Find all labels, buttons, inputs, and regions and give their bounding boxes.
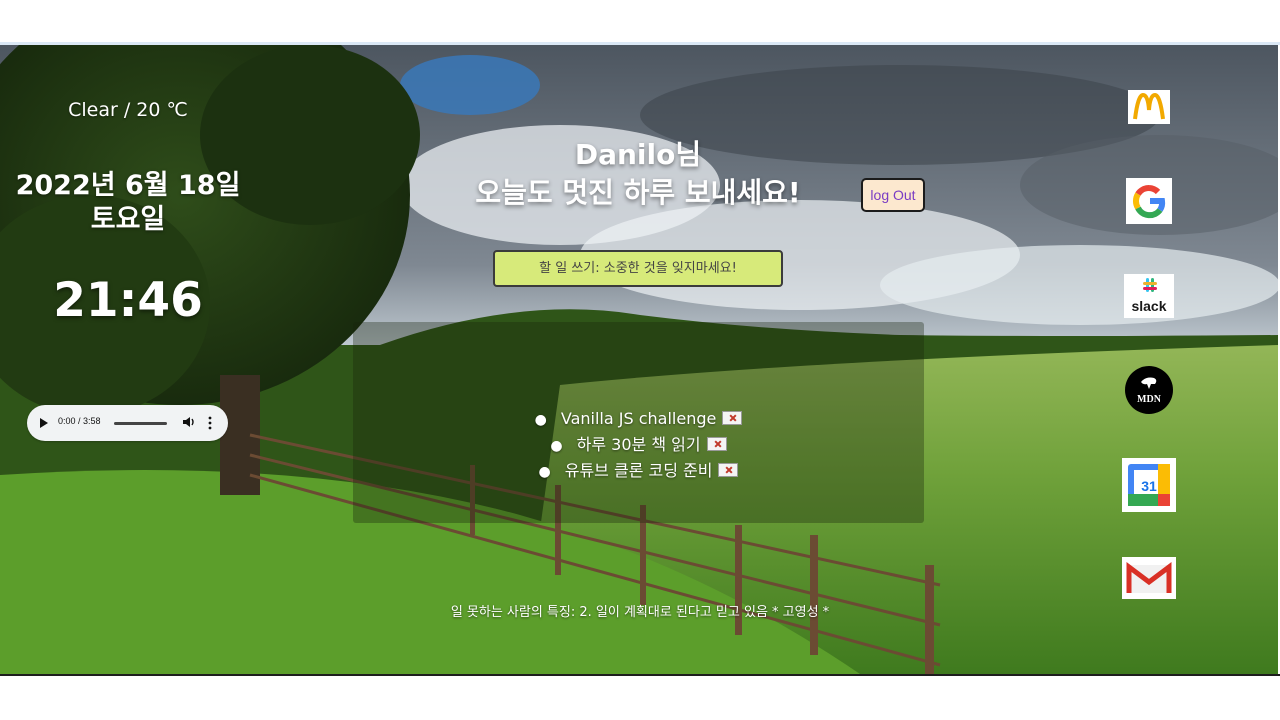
landscape-background: Clear / 20 ℃ 2022년 6월 18일 토요일 21:46 0:00… [0,45,1278,674]
mdn-logo-text: MDN [1137,394,1162,405]
audio-time: 0:00 / 3:58 [58,416,101,426]
audio-progress-slider[interactable] [114,422,167,425]
greeting: Danilo님 오늘도 멋진 하루 보내세요! [420,136,856,212]
google-calendar-icon[interactable]: 31 [1122,458,1176,512]
date-display: 2022년 6월 18일 토요일 [8,169,248,237]
mdn-icon[interactable]: MDN [1124,365,1174,415]
todo-list: ● Vanilla JS challenge ● 하루 30분 책 읽기 ● 유튜브 … [353,406,924,484]
todo-panel: ● Vanilla JS challenge ● 하루 30분 책 읽기 ● 유튜브 … [353,322,924,523]
greeting-name: Danilo님 [574,138,702,171]
mcdonalds-icon[interactable] [1128,90,1170,124]
todo-item: ● Vanilla JS challenge [353,406,924,432]
calendar-day-text: 31 [1141,478,1157,494]
todo-item-text: 하루 30분 책 읽기 [576,435,701,454]
shortcut-bar: slack MDN 31 [1118,45,1180,674]
bullet-icon: ● [550,438,563,454]
audio-player[interactable]: 0:00 / 3:58 [27,405,228,441]
more-options-icon[interactable] [208,416,212,430]
bullet-icon: ● [534,412,547,428]
todo-item-text: 유튜브 클론 코딩 준비 [564,461,713,480]
delete-icon[interactable] [718,463,739,477]
bottom-whitespace [0,676,1280,720]
delete-icon[interactable] [722,411,743,425]
logout-button[interactable]: log Out [861,178,925,212]
weekday-line: 토요일 [90,204,166,235]
google-icon[interactable] [1126,178,1172,224]
slack-logo-text: slack [1131,298,1166,314]
greeting-message: 오늘도 멋진 하루 보내세요! [475,176,801,209]
weather-text: Clear / 20 ℃ [68,99,188,121]
bullet-icon: ● [538,464,551,480]
top-whitespace [0,0,1280,42]
todo-item: ● 하루 30분 책 읽기 [353,432,924,458]
play-icon[interactable] [40,418,48,428]
todo-input[interactable]: 할 일 쓰기: 소중한 것을 잊지마세요! [493,250,783,287]
quote: 일 못하는 사람의 특징: 2. 일이 계획대로 된다고 믿고 있음 * 고영성… [450,605,830,620]
slack-icon[interactable]: slack [1124,274,1174,318]
clock: 21:46 [53,273,203,328]
date-line: 2022년 6월 18일 [15,170,241,201]
todo-item-text: Vanilla JS challenge [560,409,717,428]
gmail-icon[interactable] [1122,557,1176,599]
todo-item: ● 유튜브 클론 코딩 준비 [353,458,924,484]
volume-icon[interactable] [182,415,196,429]
delete-icon[interactable] [706,437,727,451]
